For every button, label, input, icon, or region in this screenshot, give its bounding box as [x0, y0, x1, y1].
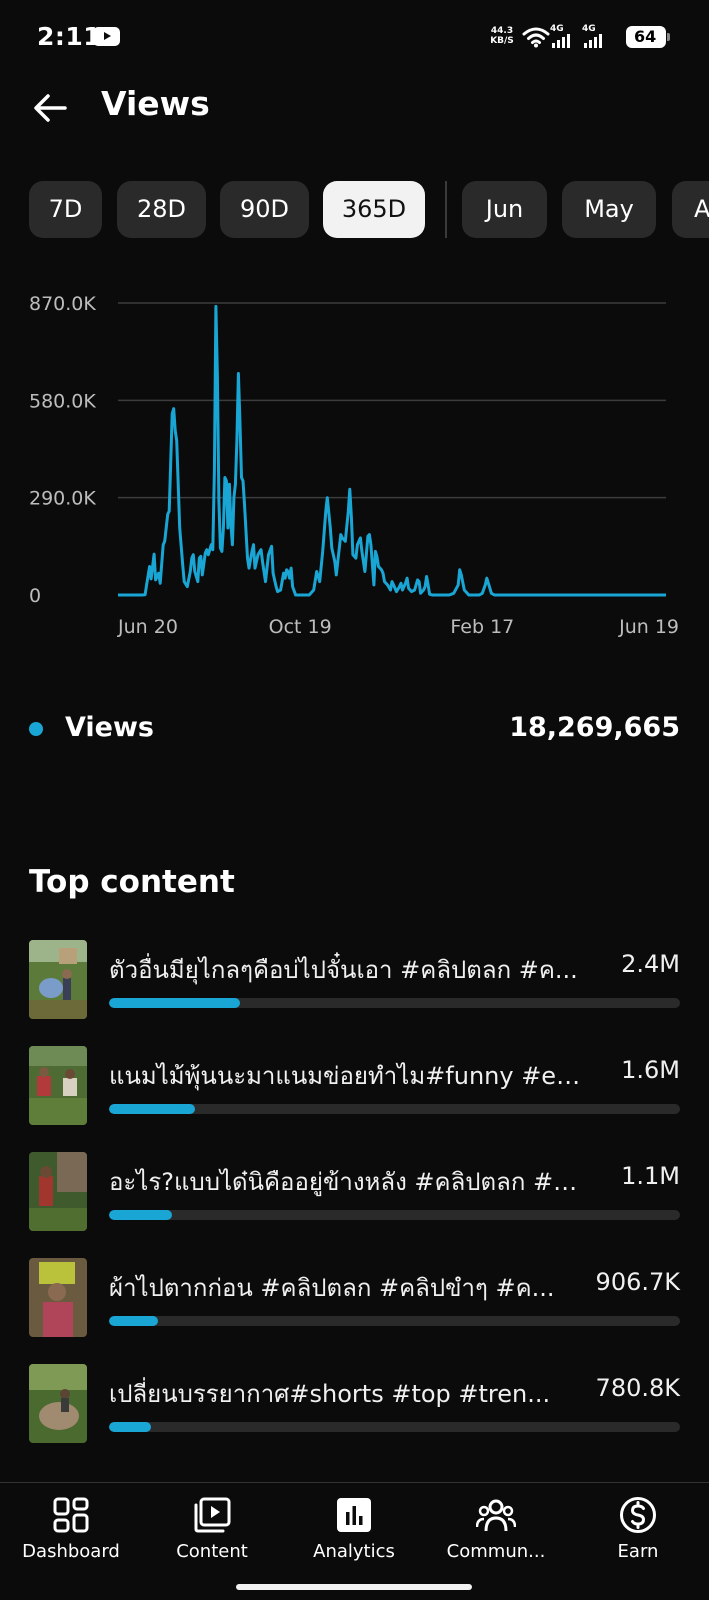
video-views: 1.6M — [621, 1056, 680, 1084]
video-title: ผ้าไปตากก่อน #คลิปตลก #คลิปขำๆ #ค... — [109, 1274, 555, 1302]
signal-label: 4G — [582, 24, 596, 34]
chip-divider — [445, 181, 447, 238]
video-thumbnail — [29, 1364, 87, 1443]
nav-community[interactable]: Commun... — [431, 1495, 561, 1575]
earn-icon — [620, 1497, 656, 1533]
views-share-bar — [109, 1316, 680, 1326]
battery-icon: 64 — [626, 26, 670, 48]
content-item[interactable]: ตัวอื่นมียุไกลๆคือบ่ไปจั๋นเอา #คลิปตลก #… — [29, 940, 680, 1020]
video-title: อะไร?แบบได๋นิคืออยู่ข้างหลัง #คลิปตลก #ค… — [109, 1168, 589, 1196]
battery-level: 64 — [634, 27, 657, 46]
video-views: 906.7K — [595, 1268, 680, 1296]
back-arrow-icon[interactable] — [30, 88, 70, 128]
status-time: 2:11 — [37, 22, 102, 51]
nav-dashboard[interactable]: Dashboard — [6, 1495, 136, 1575]
total-views-value: 18,269,665 — [509, 712, 680, 743]
nav-analytics[interactable]: Analytics — [289, 1495, 419, 1575]
video-title: แนมไม้พุ้นนะมาแนมข่อยทำไม#funny #en... — [109, 1062, 589, 1090]
wifi-icon — [522, 27, 550, 48]
views-line-chart: 870.0K 580.0K 290.0K 0 Jun 20 Oct 19 Feb 17 Jun… — [29, 293, 679, 638]
nav-label: Dashboard — [22, 1541, 120, 1562]
y-tick-label: 580.0K — [29, 390, 96, 412]
views-share-fill — [109, 1316, 159, 1326]
analytics-icon — [337, 1498, 371, 1532]
period-selector: 7D 28D 90D 365D Jun May A — [29, 181, 709, 238]
signal-4g-icon: 4G — [582, 24, 606, 48]
network-speed-unit: KB/S — [490, 36, 514, 46]
video-thumbnail — [29, 1152, 87, 1231]
views-summary: Views 18,269,665 — [29, 708, 680, 748]
views-share-fill — [109, 1210, 172, 1220]
content-icon — [194, 1497, 231, 1533]
video-thumbnail — [29, 1046, 87, 1125]
views-share-fill — [109, 1104, 195, 1114]
community-icon — [476, 1499, 516, 1532]
content-item[interactable]: ผ้าไปตากก่อน #คลิปตลก #คลิปขำๆ #ค... 906… — [29, 1258, 680, 1338]
video-thumbnail — [29, 1258, 87, 1337]
x-tick-label: Jun 19 — [618, 616, 679, 638]
views-share-bar — [109, 1210, 680, 1220]
y-tick-label: 0 — [29, 585, 41, 607]
period-chip-365d[interactable]: 365D — [323, 181, 425, 238]
video-views: 2.4M — [621, 950, 680, 978]
nav-earn[interactable]: Earn — [573, 1495, 703, 1575]
views-series-line — [118, 304, 666, 597]
network-speed-value: 44.3 — [490, 26, 514, 36]
home-indicator[interactable] — [236, 1584, 472, 1590]
x-tick-label: Oct 19 — [269, 616, 332, 638]
views-chart: 870.0K 580.0K 290.0K 0 Jun 20 Oct 19 Feb 17 Jun… — [0, 285, 709, 655]
top-content-title: Top content — [29, 864, 235, 900]
nav-label: Earn — [617, 1541, 659, 1562]
page-title: Views — [101, 84, 210, 123]
views-share-fill — [109, 1422, 152, 1432]
bottom-navigation: Dashboard Content Analytics Commun... Ea… — [0, 1482, 709, 1600]
period-chip-28d[interactable]: 28D — [117, 181, 206, 238]
period-chip-7d[interactable]: 7D — [29, 181, 102, 238]
nav-label: Analytics — [313, 1541, 395, 1562]
content-item[interactable]: เปลี่ยนบรรยากาศ#shorts #top #tren... 780… — [29, 1364, 680, 1444]
status-bar: 2:11 44.3 KB/S 4G 4G 64 — [0, 0, 709, 76]
nav-label: Commun... — [446, 1541, 546, 1562]
x-tick-label: Jun 20 — [117, 616, 178, 638]
x-tick-label: Feb 17 — [450, 616, 514, 638]
nav-content[interactable]: Content — [147, 1495, 277, 1575]
period-chip-90d[interactable]: 90D — [220, 181, 309, 238]
video-title: ตัวอื่นมียุไกลๆคือบ่ไปจั๋นเอา #คลิปตลก #… — [109, 956, 578, 984]
youtube-notification-icon — [93, 27, 120, 46]
video-views: 780.8K — [595, 1374, 680, 1402]
views-share-bar — [109, 998, 680, 1008]
analytics-views-screen: 2:11 44.3 KB/S 4G 4G 64 Views 7D 28D 90D… — [0, 0, 709, 1600]
content-item[interactable]: อะไร?แบบได๋นิคืออยู่ข้างหลัง #คลิปตลก #ค… — [29, 1152, 680, 1232]
video-thumbnail — [29, 940, 87, 1019]
nav-label: Content — [176, 1541, 248, 1562]
network-speed: 44.3 KB/S — [487, 26, 517, 46]
period-chip-jun[interactable]: Jun — [462, 181, 547, 238]
legend-dot — [29, 722, 43, 736]
views-share-fill — [109, 998, 241, 1008]
y-tick-label: 870.0K — [29, 293, 96, 315]
signal-label: 4G — [550, 24, 564, 34]
content-item[interactable]: แนมไม้พุ้นนะมาแนมข่อยทำไม#funny #en... 1… — [29, 1046, 680, 1126]
period-chip-apr[interactable]: A — [672, 181, 709, 238]
signal-4g-icon: 4G — [550, 24, 574, 48]
y-tick-label: 290.0K — [29, 488, 96, 510]
video-views: 1.1M — [621, 1162, 680, 1190]
summary-label: Views — [65, 712, 155, 743]
views-share-bar — [109, 1422, 680, 1432]
period-chip-may[interactable]: May — [562, 181, 656, 238]
dashboard-icon — [53, 1497, 89, 1533]
video-title: เปลี่ยนบรรยากาศ#shorts #top #tren... — [109, 1380, 551, 1408]
views-share-bar — [109, 1104, 680, 1114]
